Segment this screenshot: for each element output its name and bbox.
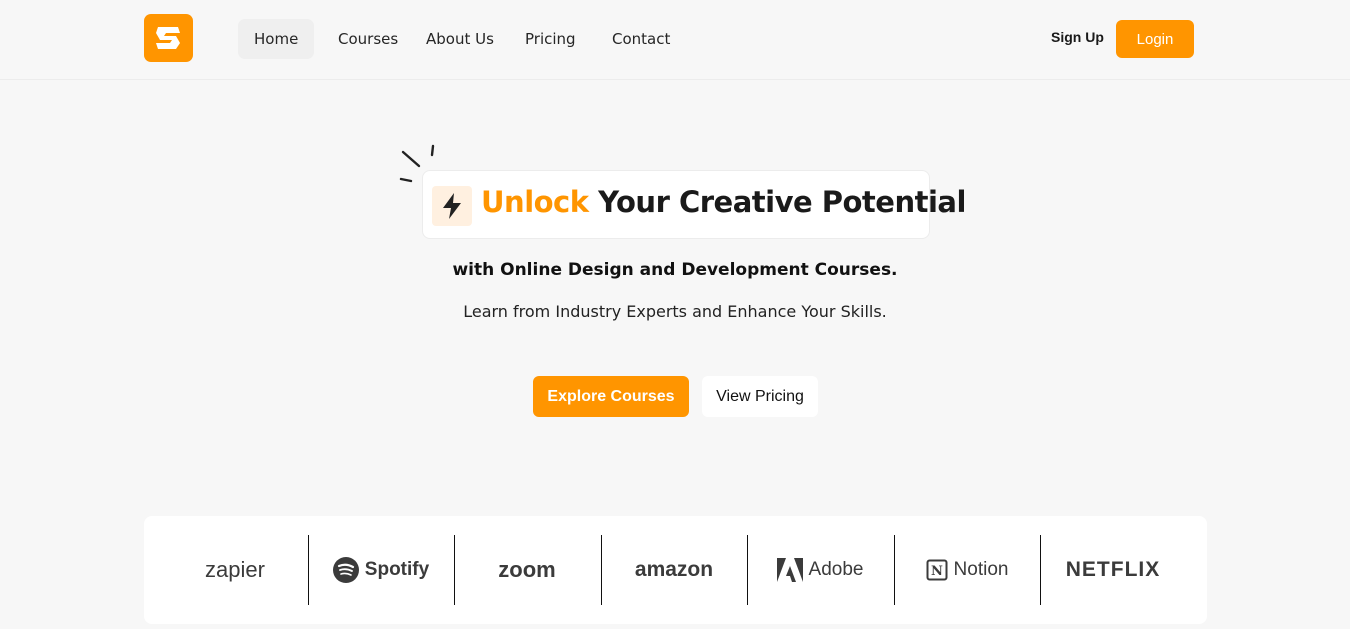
partner-logo-notion: N Notion (894, 535, 1040, 605)
nav-pricing[interactable]: Pricing (509, 19, 592, 59)
site-header: Home Courses About Us Pricing Contact Si… (0, 0, 1350, 80)
partner-logo-zapier: zapier (205, 557, 265, 582)
partner-logos-strip: zapier Spotify zoom amazon Adobe N Notio… (144, 516, 1207, 624)
explore-courses-button[interactable]: Explore Courses (533, 376, 689, 417)
spotify-icon (332, 557, 359, 583)
signup-link[interactable]: Sign Up (1051, 29, 1104, 45)
headline-rest: Your Creative Potential (598, 185, 966, 219)
lightning-bolt-icon (432, 186, 472, 226)
view-pricing-button[interactable]: View Pricing (702, 376, 818, 417)
hero-subtitle: with Online Design and Development Cours… (452, 260, 898, 280)
nav-courses[interactable]: Courses (322, 19, 414, 59)
notion-icon: N (926, 559, 948, 581)
nav-about-us[interactable]: About Us (410, 19, 510, 59)
headline-card: Unlock Your Creative Potential (422, 170, 966, 239)
partner-logo-spotify: Spotify (308, 535, 454, 605)
hero-headline: Unlock Your Creative Potential (481, 185, 966, 219)
partner-logo-zoom: zoom (498, 557, 556, 582)
login-button[interactable]: Login (1116, 20, 1194, 58)
brand-logo-icon[interactable] (144, 14, 193, 62)
svg-text:N: N (931, 564, 943, 579)
adobe-icon (776, 558, 803, 582)
partner-logo-amazon: amazon (634, 558, 714, 581)
headline-accent: Unlock (481, 185, 589, 219)
partner-logo-adobe: Adobe (747, 535, 893, 605)
nav-home[interactable]: Home (238, 19, 315, 59)
hero-tagline: Learn from Industry Experts and Enhance … (463, 302, 887, 321)
nav-contact[interactable]: Contact (596, 19, 686, 59)
partner-logo-netflix: NETFLIX (1065, 558, 1161, 581)
